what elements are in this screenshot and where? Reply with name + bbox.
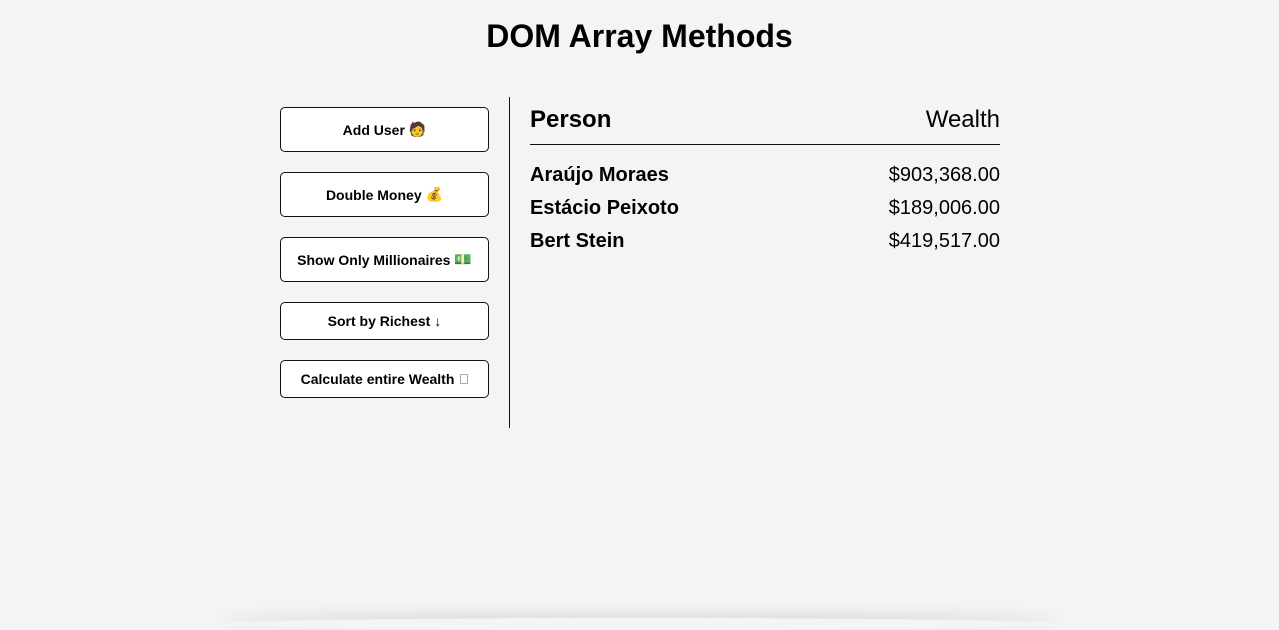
person-icon: 🧑	[408, 121, 427, 137]
add-user-button[interactable]: Add User 🧑	[280, 107, 489, 152]
person-name: Bert Stein	[530, 230, 625, 252]
add-user-label: Add User	[342, 121, 405, 138]
table-row: Araújo Moraes $903,368.00	[530, 159, 1000, 192]
actions-sidebar: Add User 🧑 Double Money 💰 Show Only Mill…	[280, 97, 510, 428]
person-wealth: $419,517.00	[888, 230, 1000, 252]
header-wealth: Wealth	[925, 106, 1000, 133]
table-header: Person Wealth	[530, 97, 1000, 145]
sort-richest-button[interactable]: Sort by Richest ↓	[280, 302, 489, 340]
table-body: Araújo Moraes $903,368.00 Estácio Peixot…	[530, 145, 1000, 258]
person-name: Araújo Moraes	[530, 164, 669, 186]
missing-glyph-icon	[460, 374, 469, 384]
money-bag-icon: 💰	[425, 186, 444, 202]
table-row: Estácio Peixoto $189,006.00	[530, 192, 1000, 225]
person-wealth: $189,006.00	[888, 197, 1000, 219]
show-millionaires-button[interactable]: Show Only Millionaires 💵	[280, 237, 489, 282]
double-money-button[interactable]: Double Money 💰	[280, 172, 489, 217]
page-title: DOM Array Methods	[486, 18, 793, 54]
person-name: Estácio Peixoto	[530, 197, 679, 219]
arrow-down-icon: ↓	[434, 313, 442, 329]
show-millionaires-label: Show Only Millionaires	[297, 251, 451, 268]
double-money-label: Double Money	[325, 186, 422, 203]
person-wealth: $903,368.00	[888, 164, 1000, 186]
calculate-wealth-label: Calculate entire Wealth	[300, 371, 455, 387]
wealth-table: Person Wealth Araújo Moraes $903,368.00 …	[530, 97, 1000, 258]
calculate-wealth-button[interactable]: Calculate entire Wealth	[280, 360, 489, 398]
sort-richest-label: Sort by Richest	[327, 313, 431, 329]
bottom-shadow	[220, 618, 1060, 630]
table-row: Bert Stein $419,517.00	[530, 225, 1000, 258]
header-person: Person	[530, 106, 612, 133]
banknote-icon: 💵	[454, 251, 472, 267]
